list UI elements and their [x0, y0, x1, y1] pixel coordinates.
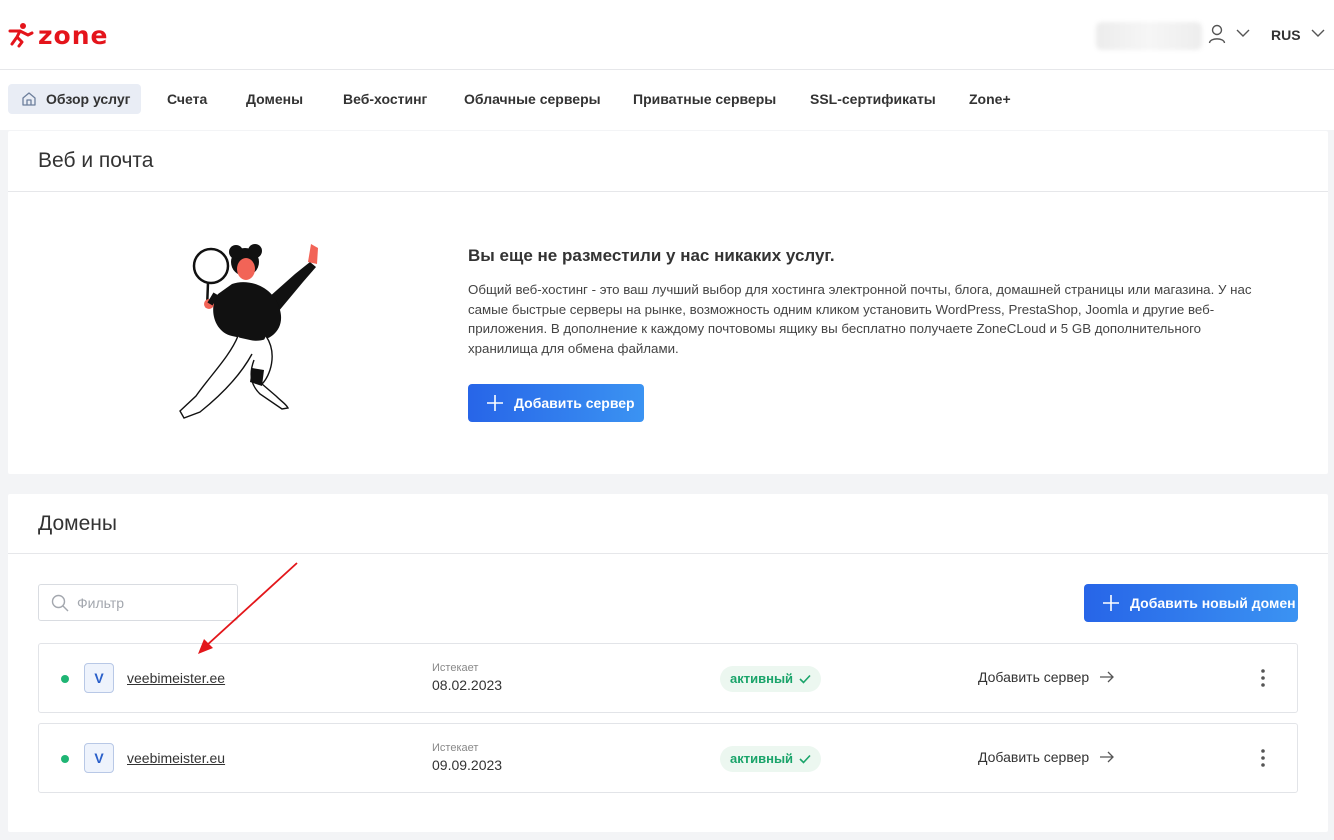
plus-icon — [1103, 595, 1119, 611]
expires-date: 09.09.2023 — [432, 757, 503, 773]
empty-state-title: Вы еще не разместили у нас никаких услуг… — [468, 246, 835, 265]
expires-date: 08.02.2023 — [432, 677, 503, 693]
table-row: V veebimeister.eu Истекает 09.09.2023 ак… — [38, 723, 1298, 793]
domain-avatar: V — [84, 743, 114, 773]
divider — [8, 553, 1328, 554]
arrow-right-icon — [1100, 671, 1115, 683]
empty-state-illustration — [179, 244, 318, 419]
add-server-link-label: Добавить сервер — [978, 669, 1090, 685]
chevron-down-icon[interactable] — [1236, 28, 1250, 38]
status-text: активный — [730, 751, 794, 766]
add-server-link-label: Добавить сервер — [978, 749, 1090, 765]
main-nav: Обзор услуг Счета Домены Веб-хостинг Обл… — [0, 70, 1334, 130]
check-icon — [799, 754, 811, 764]
status-text: активный — [730, 671, 794, 686]
nav-item-invoices[interactable]: Счета — [167, 84, 207, 114]
nav-item-zone-plus[interactable]: Zone+ — [969, 84, 1011, 114]
nav-item-overview[interactable]: Обзор услуг — [8, 84, 141, 114]
divider — [8, 191, 1328, 192]
nav-item-ssl[interactable]: SSL-сертификаты — [810, 84, 936, 114]
status-dot — [61, 675, 69, 683]
nav-item-web-hosting[interactable]: Веб-хостинг — [343, 84, 427, 114]
empty-state-text: Общий веб-хостинг - это ваш лучший выбор… — [468, 282, 1252, 356]
add-domain-button[interactable]: Добавить новый домен — [1084, 584, 1298, 622]
domain-link[interactable]: veebimeister.eu — [127, 750, 225, 766]
nav-item-private-servers[interactable]: Приватные серверы — [633, 84, 776, 114]
zone-runner-icon — [8, 23, 34, 48]
more-options-icon[interactable] — [1255, 748, 1271, 768]
expires-label: Истекает — [432, 742, 479, 754]
domain-link[interactable]: veebimeister.ee — [127, 670, 225, 686]
chevron-down-icon[interactable] — [1311, 28, 1325, 38]
add-server-link[interactable]: Добавить сервер — [978, 669, 1115, 685]
user-name-blurred[interactable] — [1096, 22, 1202, 50]
annotation-arrow-icon — [198, 562, 298, 654]
status-dot — [61, 755, 69, 763]
section-title: Домены — [38, 512, 117, 535]
nav-item-domains[interactable]: Домены — [246, 84, 303, 114]
check-icon — [799, 674, 811, 684]
status-badge: активный — [720, 746, 822, 772]
logo-text: zone — [38, 20, 109, 50]
top-header: zone RUS — [0, 0, 1334, 70]
search-icon — [51, 594, 69, 612]
add-server-link[interactable]: Добавить сервер — [978, 749, 1115, 765]
expires-label: Истекает — [432, 662, 479, 674]
nav-item-label: Обзор услуг — [46, 91, 131, 107]
add-domain-label: Добавить новый домен — [1130, 595, 1296, 611]
nav-item-cloud-servers[interactable]: Облачные серверы — [464, 84, 601, 114]
more-options-icon[interactable] — [1255, 668, 1271, 688]
zone-logo[interactable]: zone — [8, 20, 109, 50]
plus-icon — [487, 395, 503, 411]
domain-avatar: V — [84, 663, 114, 693]
language-selector[interactable]: RUS — [1271, 27, 1301, 43]
status-badge: активный — [720, 666, 822, 692]
home-icon — [22, 92, 36, 106]
arrow-right-icon — [1100, 751, 1115, 763]
add-server-label: Добавить сервер — [514, 395, 635, 411]
section-title: Веб и почта — [38, 149, 154, 172]
user-icon[interactable] — [1208, 24, 1226, 44]
add-server-button[interactable]: Добавить сервер — [468, 384, 644, 422]
